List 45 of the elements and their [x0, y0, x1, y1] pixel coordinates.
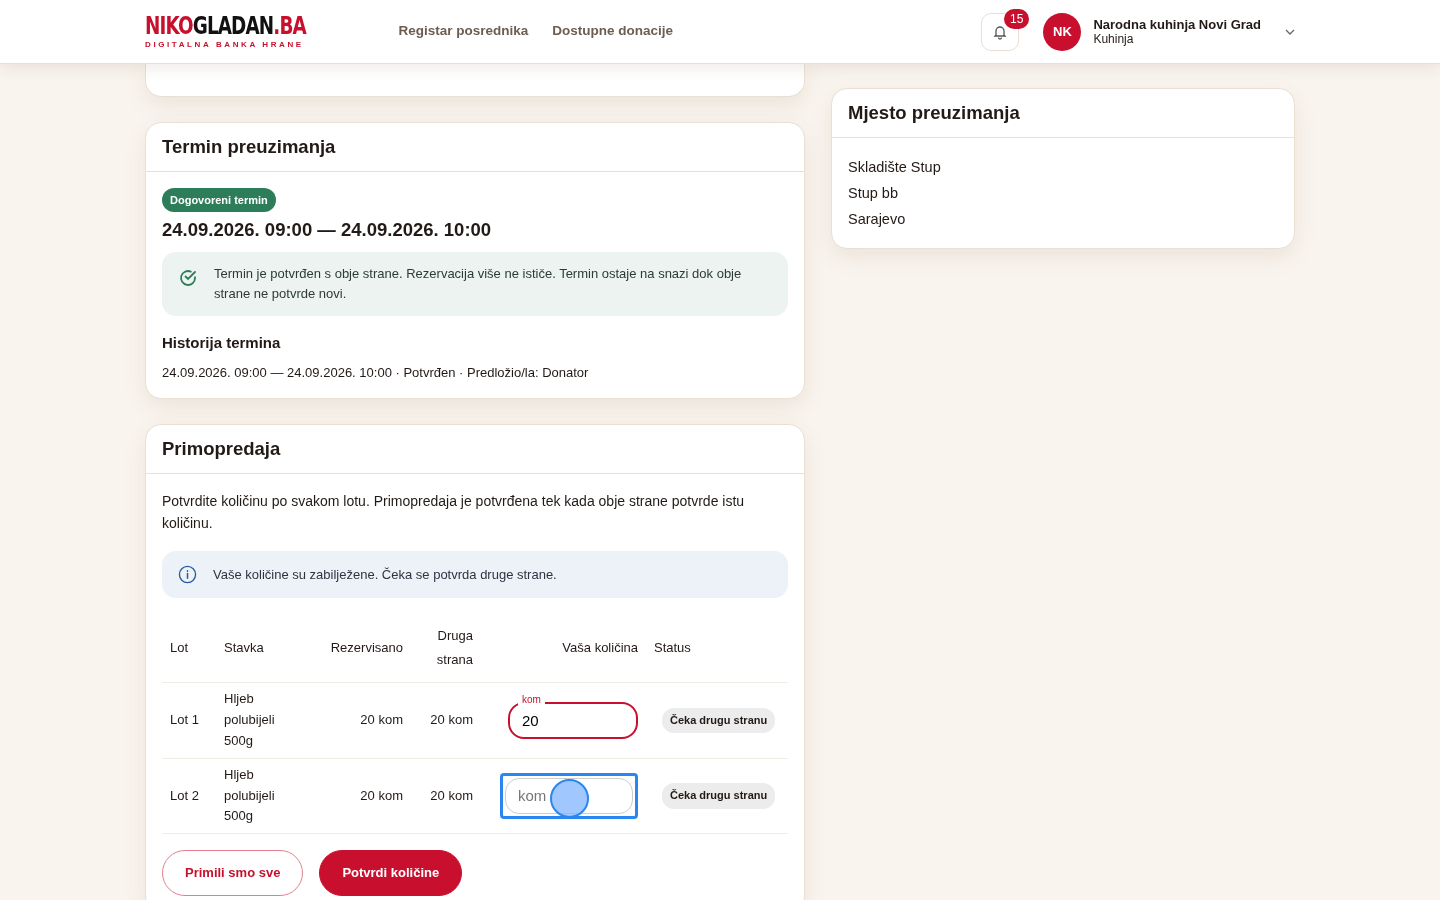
- status-badge: Čeka drugu stranu: [662, 783, 776, 809]
- history-entry: 24.09.2026. 09:00 — 24.09.2026. 10:00 · Potvrđen · Predložio/la: Donator: [162, 363, 590, 382]
- address-line: Skladište Stup: [848, 157, 942, 177]
- card-title: Mjesto preuzimanja: [832, 89, 1294, 138]
- table-cell: Hljeb polubijeli 500g: [216, 758, 306, 834]
- column-header: Druga strana: [411, 614, 481, 683]
- table-cell: 20 kom: [306, 682, 411, 759]
- table-cell: Hljeb polubijeli 500g: [216, 682, 306, 759]
- logo[interactable]: NIKOGLADAN.BA: [145, 14, 306, 39]
- table-cell: 20 kom: [306, 758, 411, 834]
- column-header: Vaša količina: [481, 614, 646, 683]
- confirm-button[interactable]: Potvrdi količine: [319, 850, 463, 896]
- receive-all-button[interactable]: Primili smo sve: [162, 850, 304, 896]
- table-cell: 20 kom: [411, 758, 481, 834]
- column-header: Rezervisano: [306, 614, 411, 683]
- user-name: Narodna kuhinja Novi Grad: [1093, 16, 1261, 33]
- section-heading: Historija termina: [162, 333, 282, 354]
- table-cell: 20 kom: [411, 682, 481, 759]
- address-line: Stup bb: [848, 183, 899, 203]
- nav-link[interactable]: Dostupne donacije: [552, 21, 673, 42]
- date-range: 24.09.2026. 09:00 — 24.09.2026. 10:00: [162, 218, 493, 243]
- field-label: kom: [518, 694, 545, 707]
- intro-text: Potvrdite količinu po svakom lotu. Primopredaja je potvrđena tek kada obje strane potvrde istu količinu.: [162, 492, 746, 534]
- alert-text: Termin je potvrđen s obje strane. Rezervacija više ne ističe. Termin ostaje na snazi dok obje strane ne potvrde novi.: [214, 265, 743, 304]
- info-icon: [178, 565, 197, 585]
- logo-tagline: DIGITALNA BANKA HRANE: [145, 40, 305, 49]
- user-role: Kuhinja: [1093, 32, 1135, 47]
- status-badge: Dogovoreni termin: [162, 187, 276, 213]
- column-header: Lot: [162, 614, 216, 683]
- bell-icon: [992, 24, 1009, 41]
- status-badge: Čeka drugu stranu: [662, 707, 776, 734]
- nav-link[interactable]: Registar posrednika: [398, 21, 529, 42]
- notification-count: 15: [1004, 8, 1030, 29]
- alert-text: Vaše količine su zabilježene. Čeka se potvrda druge strane.: [213, 565, 557, 584]
- table-cell: Lot 2: [162, 758, 216, 834]
- table-cell: Lot 1: [162, 682, 216, 759]
- chevron-down-icon[interactable]: [1285, 28, 1295, 35]
- quantity-field[interactable]: kom: [500, 773, 638, 819]
- card-title: Primopredaja: [146, 425, 804, 475]
- column-header: Status: [646, 614, 788, 683]
- avatar[interactable]: NK: [1043, 12, 1082, 51]
- quantity-field[interactable]: 20: [508, 702, 638, 740]
- column-header: Stavka: [216, 614, 306, 683]
- card-title: Termin preuzimanja: [146, 123, 804, 172]
- address-line: Sarajevo: [848, 209, 907, 229]
